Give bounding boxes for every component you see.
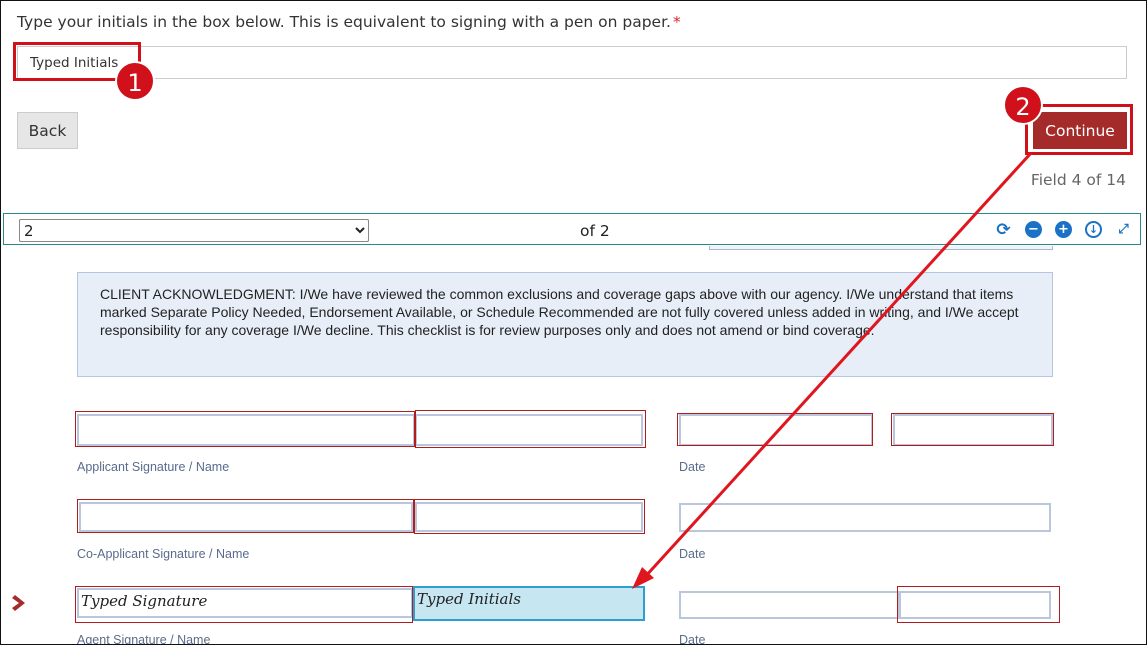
zoom-in-icon[interactable]: +: [1055, 221, 1072, 238]
download-icon[interactable]: ↓: [1085, 221, 1102, 238]
applicant-initials-frame: [415, 410, 646, 448]
co-applicant-label: Co-Applicant Signature / Name: [77, 547, 250, 561]
callout-badge-2: 2: [1003, 85, 1043, 125]
expand-icon[interactable]: ⤢: [1115, 221, 1132, 238]
co-applicant-signature-frame: [77, 499, 414, 533]
callout-badge-1: 1: [115, 61, 155, 101]
zoom-out-icon[interactable]: −: [1025, 221, 1042, 238]
applicant-date-frame: [677, 413, 873, 446]
initials-input[interactable]: [18, 47, 1126, 78]
agent-date-label: Date: [679, 633, 706, 645]
client-acknowledgment: CLIENT ACKNOWLEDGMENT: I/We have reviewe…: [77, 272, 1053, 377]
applicant-signature-frame: [75, 411, 415, 447]
back-button[interactable]: Back: [17, 112, 78, 149]
agent-initials-field[interactable]: Typed Initials: [413, 586, 645, 621]
agent-initials-value: Typed Initials: [417, 590, 521, 608]
page-select[interactable]: 2: [19, 219, 369, 242]
page-of-label: of 2: [580, 222, 610, 240]
agent-date-field[interactable]: [679, 591, 899, 619]
initials-input-wrapper: [17, 46, 1127, 79]
applicant-date-label: Date: [679, 460, 706, 474]
app-frame: Type your initials in the box below. Thi…: [0, 0, 1147, 645]
applicant-label: Applicant Signature / Name: [77, 460, 230, 474]
document-toolbar: Envelope Name 2 of 2 ⟳ − + ↓ ⤢: [3, 213, 1141, 245]
co-applicant-date-field[interactable]: [679, 503, 1051, 532]
refresh-icon[interactable]: ⟳: [995, 220, 1012, 240]
applicant-date-extra-frame: [891, 413, 1054, 446]
co-applicant-date-label: Date: [679, 547, 706, 561]
previous-field-edge: [709, 246, 1053, 250]
agent-date-extra-frame: [897, 586, 1060, 623]
document-viewer: CLIENT ACKNOWLEDGMENT: I/We have reviewe…: [11, 246, 1139, 645]
co-applicant-initials-frame: [414, 499, 645, 534]
field-counter: Field 4 of 14: [1030, 171, 1126, 189]
instruction-text: Type your initials in the box below. Thi…: [17, 13, 681, 31]
agent-label: Agent Signature / Name: [77, 633, 211, 645]
instruction-label: Type your initials in the box below. Thi…: [17, 13, 671, 31]
agent-signature-frame: [75, 586, 413, 623]
current-field-chevron-icon: [12, 595, 25, 611]
required-mark: *: [672, 13, 681, 31]
